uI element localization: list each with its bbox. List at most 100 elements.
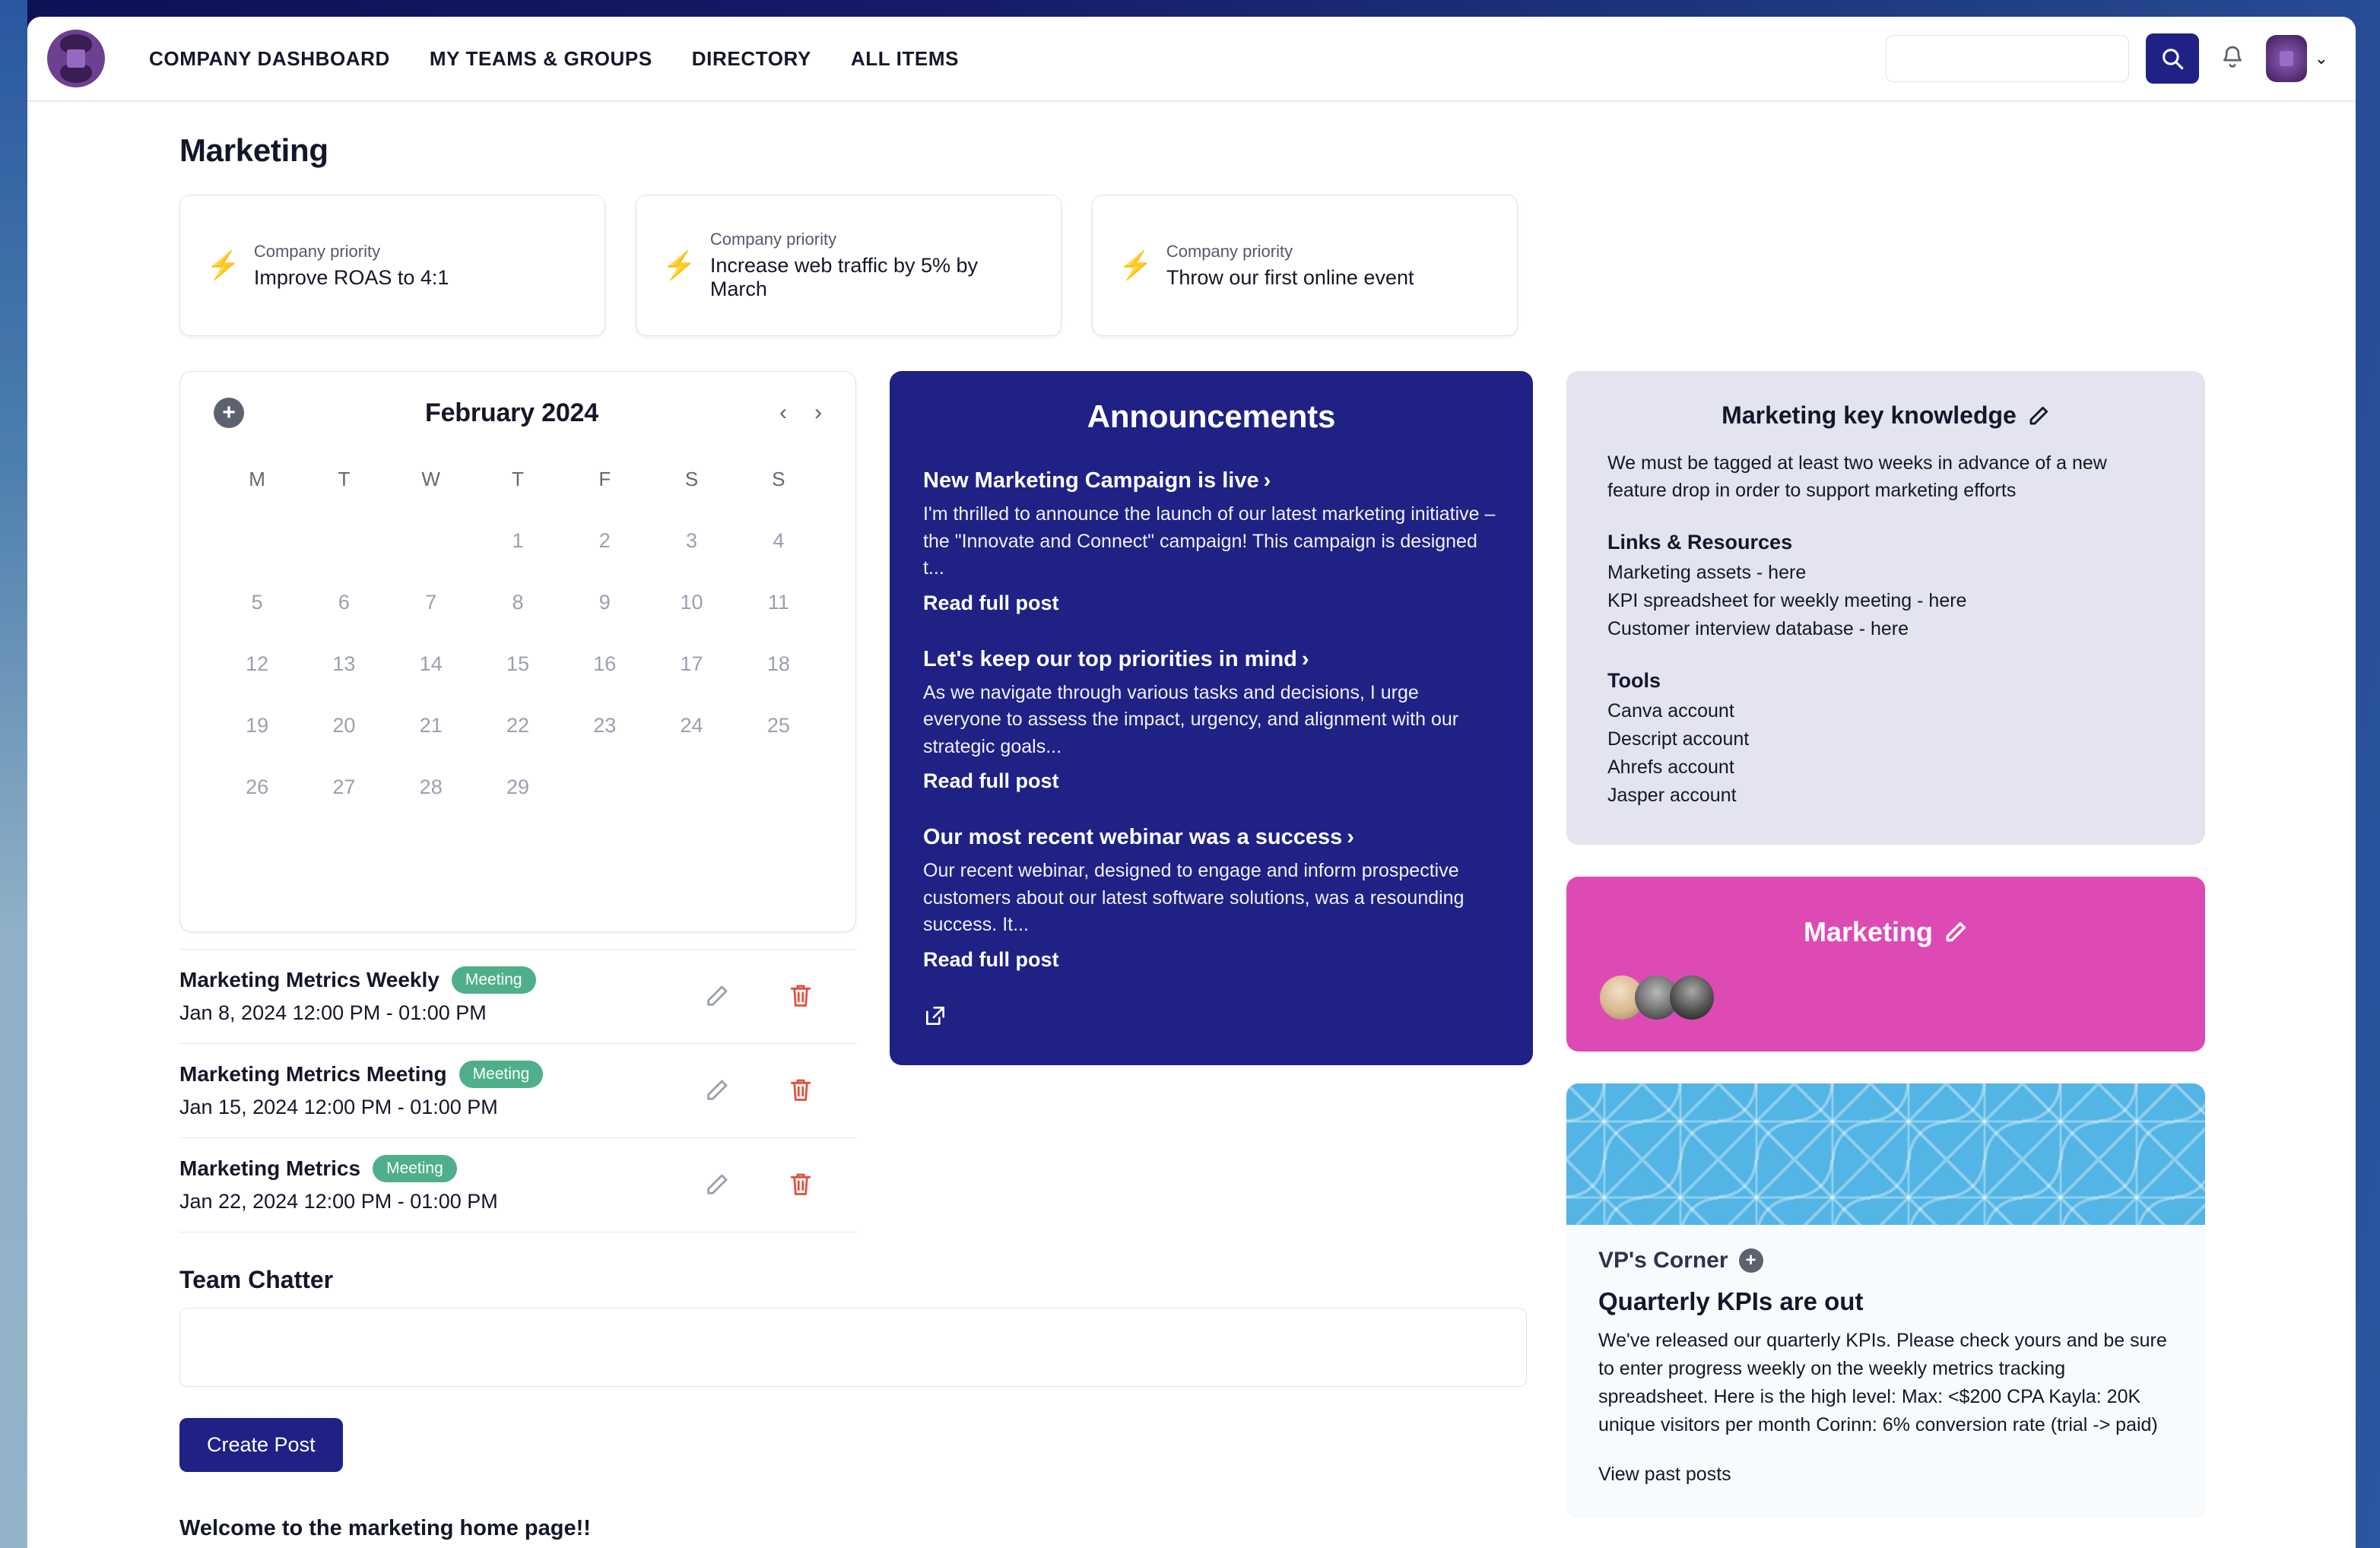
calendar-day[interactable]: 8 xyxy=(474,591,561,614)
read-full-post-link[interactable]: Read full post xyxy=(923,592,1499,615)
pencil-icon[interactable] xyxy=(2027,404,2050,427)
calendar-day[interactable]: 18 xyxy=(735,652,822,676)
announcements-title: Announcements xyxy=(1087,398,1336,434)
calendar-day[interactable]: 12 xyxy=(214,652,300,676)
priority-card[interactable]: ⚡ Company priority Throw our first onlin… xyxy=(1092,195,1518,336)
calendar-day[interactable]: 22 xyxy=(474,714,561,738)
nav-link-company-dashboard[interactable]: COMPANY DASHBOARD xyxy=(149,47,390,71)
announcement-item: New Marketing Campaign is live › I'm thri… xyxy=(923,468,1499,615)
calendar-dow: W xyxy=(421,468,440,490)
calendar-day[interactable]: 3 xyxy=(648,529,735,553)
calendar-day[interactable]: 2 xyxy=(561,529,648,553)
delete-meeting-button[interactable] xyxy=(788,982,814,1010)
chevron-right-icon: › xyxy=(1347,825,1354,849)
calendar-widget: + February 2024 ‹ › M T W T F S S 1 2 3 … xyxy=(179,371,856,932)
priority-card[interactable]: ⚡ Company priority Increase web traffic … xyxy=(636,195,1061,336)
meeting-type-badge: Meeting xyxy=(459,1061,544,1088)
calendar-day[interactable]: 4 xyxy=(735,529,822,553)
announcement-heading[interactable]: Let's keep our top priorities in mind › xyxy=(923,647,1499,672)
view-past-posts-link[interactable]: View past posts xyxy=(1598,1464,2173,1486)
search-button[interactable] xyxy=(2145,33,2199,84)
nav-link-directory[interactable]: DIRECTORY xyxy=(692,47,811,71)
vp-corner-post-body: We've released our quarterly KPIs. Pleas… xyxy=(1598,1329,2167,1435)
calendar-day[interactable]: 16 xyxy=(561,652,648,676)
calendar-dow: S xyxy=(772,468,785,490)
nav-link-my-teams-groups[interactable]: MY TEAMS & GROUPS xyxy=(430,47,652,71)
delete-meeting-button[interactable] xyxy=(788,1171,814,1198)
key-knowledge-title: Marketing key knowledge xyxy=(1722,401,2017,429)
edit-meeting-button[interactable] xyxy=(704,1172,730,1197)
nav-link-all-items[interactable]: ALL ITEMS xyxy=(851,47,959,71)
announcement-body: As we navigate through various tasks and… xyxy=(923,681,1459,757)
calendar-day[interactable]: 11 xyxy=(735,591,822,614)
user-menu[interactable]: ⌄ xyxy=(2265,35,2328,82)
calendar-day[interactable]: 1 xyxy=(474,529,561,553)
read-full-post-link[interactable]: Read full post xyxy=(923,769,1499,793)
calendar-day[interactable]: 13 xyxy=(300,652,387,676)
app-root: COMPANY DASHBOARD MY TEAMS & GROUPS DIRE… xyxy=(0,0,2380,1548)
create-post-button[interactable]: Create Post xyxy=(179,1418,343,1472)
calendar-day[interactable]: 29 xyxy=(474,776,561,799)
calendar-day[interactable]: 7 xyxy=(388,591,474,614)
resource-link-item[interactable]: Marketing assets - here xyxy=(1607,559,2164,587)
meeting-actions xyxy=(704,1077,814,1104)
calendar-day[interactable]: 14 xyxy=(388,652,474,676)
delete-meeting-button[interactable] xyxy=(788,1077,814,1104)
calendar-day[interactable]: 19 xyxy=(214,714,300,738)
calendar-day[interactable]: 20 xyxy=(300,714,387,738)
calendar-grid: M T W T F S S 1 2 3 4 5 6 7 8 9 10 11 12… xyxy=(214,468,822,799)
pencil-icon[interactable] xyxy=(1944,920,1968,944)
edit-meeting-button[interactable] xyxy=(704,1077,730,1103)
resource-link-item[interactable]: Customer interview database - here xyxy=(1607,615,2164,643)
calendar-day[interactable]: 27 xyxy=(300,776,387,799)
search-input[interactable] xyxy=(1885,35,2129,82)
nav-right-cluster: ⌄ xyxy=(1885,33,2328,84)
calendar-day[interactable]: 17 xyxy=(648,652,735,676)
calendar-day[interactable]: 5 xyxy=(214,591,300,614)
calendar-day[interactable]: 28 xyxy=(388,776,474,799)
calendar-day[interactable]: 9 xyxy=(561,591,648,614)
vp-corner-add-button[interactable]: + xyxy=(1738,1248,1763,1273)
avatar[interactable] xyxy=(1670,975,1714,1020)
team-card-title: Marketing xyxy=(1803,915,1934,947)
trash-icon xyxy=(790,985,811,1007)
calendar-day[interactable]: 23 xyxy=(561,714,648,738)
calendar-day xyxy=(300,529,387,553)
calendar-day[interactable]: 15 xyxy=(474,652,561,676)
resource-link-item[interactable]: KPI spreadsheet for weekly meeting - her… xyxy=(1607,587,2164,615)
notifications-button[interactable] xyxy=(2216,40,2249,77)
company-logo[interactable] xyxy=(47,30,105,87)
calendar-day[interactable]: 6 xyxy=(300,591,387,614)
logo-core-icon xyxy=(67,49,85,68)
announcements-open-external-button[interactable] xyxy=(923,1004,1499,1032)
calendar-prev-month-button[interactable]: ‹ xyxy=(779,401,787,424)
calendar-add-event-button[interactable]: + xyxy=(214,398,244,428)
calendar-day[interactable]: 25 xyxy=(735,714,822,738)
meeting-time: Jan 22, 2024 12:00 PM - 01:00 PM xyxy=(179,1190,498,1213)
calendar-dow: T xyxy=(338,468,351,490)
priority-label: Company priority xyxy=(709,230,837,249)
announcement-heading-text: New Marketing Campaign is live xyxy=(923,468,1259,493)
announcement-heading[interactable]: Our most recent webinar was a success › xyxy=(923,825,1499,850)
announcement-heading[interactable]: New Marketing Campaign is live › xyxy=(923,468,1499,493)
tool-item: Jasper account xyxy=(1607,784,1737,806)
external-link-icon xyxy=(926,1006,944,1025)
vp-corner-card: VP's Corner + Quarterly KPIs are out We'… xyxy=(1566,1083,2205,1516)
read-full-post-link[interactable]: Read full post xyxy=(923,948,1499,972)
edit-meeting-button[interactable] xyxy=(704,983,730,1009)
announcement-body: Our recent webinar, designed to engage a… xyxy=(923,860,1464,935)
team-chatter-section: Team Chatter Create Post Welcome to the … xyxy=(179,1266,1527,1548)
calendar-day[interactable]: 10 xyxy=(648,591,735,614)
team-chatter-input[interactable] xyxy=(179,1308,1527,1387)
meeting-title: Marketing Metrics xyxy=(179,1156,361,1180)
meeting-row: Marketing Metrics Meeting Jan 22, 2024 1… xyxy=(179,1137,856,1232)
meeting-info: Marketing Metrics Weekly Meeting Jan 8, … xyxy=(179,966,704,1025)
pencil-icon xyxy=(707,985,728,1006)
calendar-next-month-button[interactable]: › xyxy=(814,401,822,424)
chevron-right-icon: › xyxy=(1263,468,1271,493)
calendar-day[interactable]: 26 xyxy=(214,776,300,799)
calendar-day xyxy=(648,776,735,799)
calendar-day[interactable]: 21 xyxy=(388,714,474,738)
priority-card[interactable]: ⚡ Company priority Improve ROAS to 4:1 xyxy=(179,195,605,336)
calendar-day[interactable]: 24 xyxy=(648,714,735,738)
